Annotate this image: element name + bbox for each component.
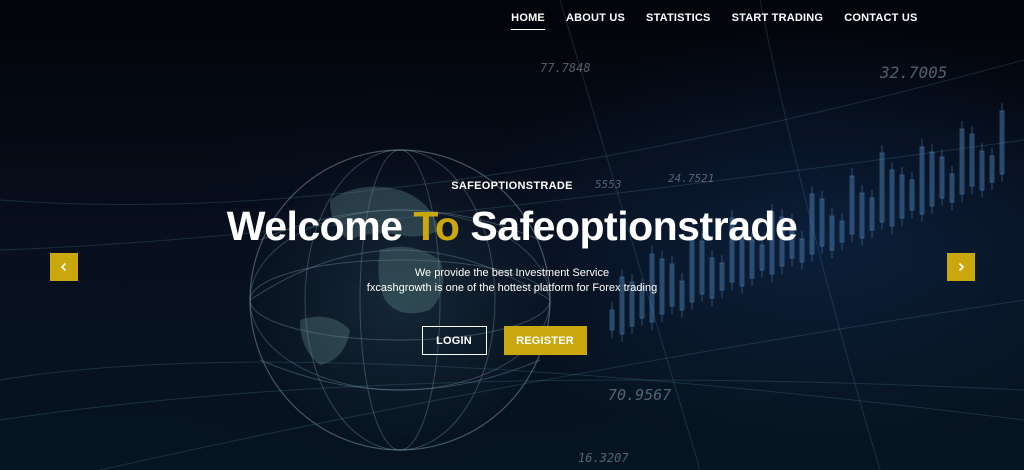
nav-item-start-trading[interactable]: START TRADING: [721, 0, 834, 36]
login-button[interactable]: LOGIN: [421, 326, 487, 355]
hero-tagline-line2: fxcashgrowth is one of the hottest platf…: [366, 282, 658, 294]
carousel-next-button[interactable]: [947, 253, 975, 281]
hero-title: Welcome To Safeoptionstrade: [0, 198, 1024, 254]
carousel-prev-button[interactable]: [50, 253, 78, 281]
nav-item-home[interactable]: HOME: [501, 0, 556, 36]
hero-tagline: We provide the best Investment Service f…: [0, 266, 1024, 296]
register-button[interactable]: REGISTER: [503, 326, 587, 355]
chevron-left-icon: [60, 262, 67, 272]
nav-list: HOME ABOUT US STATISTICS START TRADING C…: [501, 0, 928, 36]
nav-item-statistics[interactable]: STATISTICS: [636, 0, 722, 36]
chevron-right-icon: [958, 262, 965, 272]
nav-item-contact-us[interactable]: CONTACT US: [834, 0, 928, 36]
hero-title-suffix: Safeoptionstrade: [470, 203, 798, 249]
nav-item-about-us[interactable]: ABOUT US: [555, 0, 635, 36]
hero-label: SAFEOPTIONSTRADE: [451, 180, 573, 192]
hero-tagline-line1: We provide the best Investment Service: [414, 267, 610, 279]
main-nav: HOME ABOUT US STATISTICS START TRADING C…: [501, 0, 1024, 36]
hero-title-accent: To: [413, 203, 460, 249]
hero-title-prefix: Welcome: [226, 203, 403, 249]
hero-buttons: LOGIN REGISTER: [0, 326, 1024, 355]
